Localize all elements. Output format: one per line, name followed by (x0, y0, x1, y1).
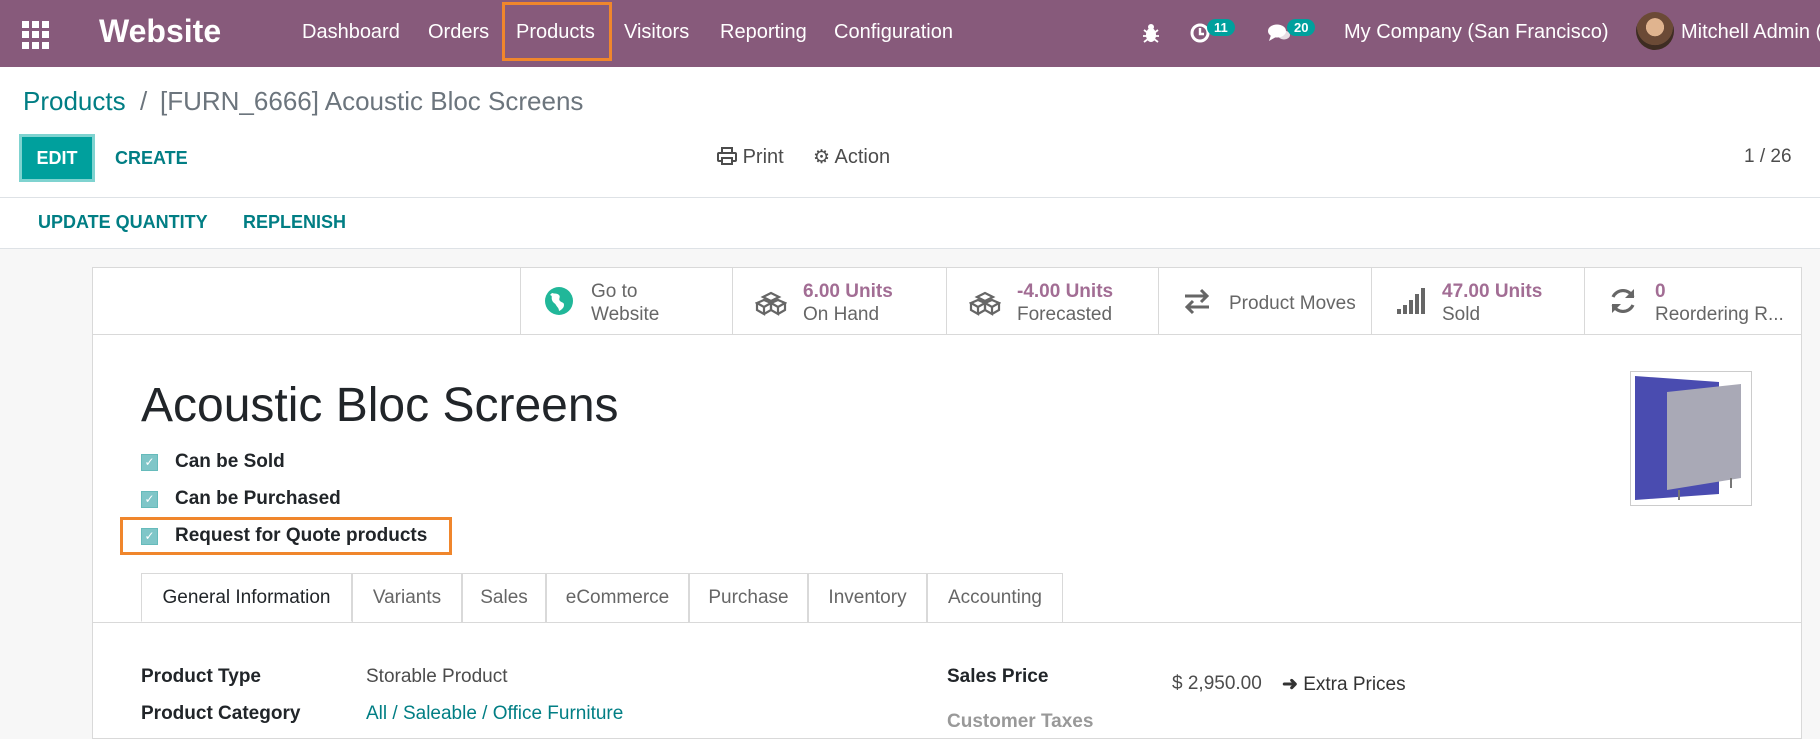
extra-prices-button[interactable]: ➜ Extra Prices (1282, 673, 1406, 696)
tab-variants[interactable]: Variants (352, 573, 462, 622)
smart-buttons-bar: Go to Website 6.00 Units On Hand -4.00 U… (92, 267, 1802, 335)
cubes-icon (755, 291, 787, 316)
create-button[interactable]: CREATE (115, 148, 188, 169)
product-image[interactable] (1630, 371, 1752, 506)
product-image-graphic (1635, 376, 1741, 500)
update-quantity-button[interactable]: UPDATE QUANTITY (38, 212, 208, 233)
website-line2: Website (591, 304, 660, 325)
cubes-icon (969, 291, 1001, 316)
menu-orders[interactable]: Orders (428, 21, 489, 44)
rfq-highlight (120, 517, 452, 555)
print-menu[interactable]: Print (717, 146, 784, 169)
website-line1: Go to (591, 281, 638, 302)
reordering-rules-button[interactable]: 0 Reordering R... (1584, 267, 1802, 334)
sold-label: Sold (1442, 304, 1481, 325)
product-type-label: Product Type (141, 666, 261, 687)
on-hand-label: On Hand (803, 304, 880, 325)
messages-count-badge: 20 (1287, 19, 1316, 36)
tab-general-information[interactable]: General Information (141, 573, 352, 622)
debug-bug-icon[interactable] (1140, 22, 1162, 44)
breadcrumb-products-link[interactable]: Products (23, 86, 126, 117)
can-be-purchased-label: Can be Purchased (175, 488, 341, 509)
print-label: Print (742, 146, 784, 168)
extra-prices-label: Extra Prices (1303, 674, 1406, 695)
go-to-website-button[interactable]: Go to Website (520, 267, 732, 334)
customer-taxes-label: Customer Taxes (947, 711, 1094, 732)
top-navbar: Website Dashboard Orders Products Visito… (0, 0, 1820, 67)
tabs-bottom-line (92, 622, 1802, 623)
sales-price-value: $ 2,950.00 (1172, 673, 1262, 694)
tab-sales[interactable]: Sales (462, 573, 546, 622)
sold-value: 47.00 Units (1442, 281, 1543, 302)
can-be-sold-checkbox[interactable]: ✓ (141, 454, 158, 471)
globe-icon (545, 287, 573, 315)
product-type-value: Storable Product (366, 666, 508, 687)
product-category-link[interactable]: All / Saleable / Office Furniture (366, 703, 623, 725)
product-moves-button[interactable]: Product Moves (1158, 267, 1371, 334)
user-menu[interactable]: Mitchell Admin ( (1681, 21, 1820, 44)
breadcrumb-current: [FURN_6666] Acoustic Bloc Screens (160, 86, 584, 116)
edit-button[interactable]: EDIT (19, 134, 95, 182)
breadcrumb-separator: / (140, 86, 148, 116)
on-hand-button[interactable]: 6.00 Units On Hand (732, 267, 946, 334)
menu-configuration[interactable]: Configuration (834, 21, 953, 44)
tab-accounting[interactable]: Accounting (927, 573, 1063, 622)
forecasted-label: Forecasted (1017, 304, 1113, 325)
gear-icon: ⚙ (813, 147, 831, 168)
forecasted-button[interactable]: -4.00 Units Forecasted (946, 267, 1158, 334)
on-hand-value: 6.00 Units (803, 281, 893, 302)
action-menu[interactable]: ⚙ Action (813, 146, 890, 169)
signal-icon (1397, 288, 1425, 314)
forecasted-value: -4.00 Units (1017, 281, 1114, 302)
product-name[interactable]: Acoustic Bloc Screens (141, 378, 619, 433)
products-menu-highlight (502, 2, 612, 61)
menu-reporting[interactable]: Reporting (720, 21, 807, 44)
exchange-icon (1184, 288, 1210, 315)
menu-dashboard[interactable]: Dashboard (302, 21, 400, 44)
apps-menu-icon[interactable] (22, 21, 50, 49)
tab-inventory[interactable]: Inventory (808, 573, 927, 622)
menu-visitors[interactable]: Visitors (624, 21, 689, 44)
arrow-right-icon: ➜ (1282, 674, 1298, 695)
activity-count-badge: 11 (1207, 19, 1235, 36)
pager-value[interactable]: 1 / 26 (1744, 146, 1792, 168)
company-switcher[interactable]: My Company (San Francisco) (1344, 21, 1609, 44)
replenish-button[interactable]: REPLENISH (243, 212, 346, 233)
product-category-label: Product Category (141, 703, 301, 724)
can-be-sold-label: Can be Sold (175, 451, 285, 472)
tab-purchase[interactable]: Purchase (689, 573, 808, 622)
sold-button[interactable]: 47.00 Units Sold (1371, 267, 1584, 334)
divider (0, 197, 1820, 198)
reordering-label: Reordering R... (1655, 304, 1784, 325)
user-avatar[interactable] (1636, 12, 1674, 50)
app-brand[interactable]: Website (99, 13, 221, 50)
can-be-purchased-checkbox[interactable]: ✓ (141, 491, 158, 508)
sales-price-label: Sales Price (947, 666, 1049, 687)
refresh-icon (1611, 288, 1635, 314)
product-moves-label: Product Moves (1229, 293, 1356, 314)
reordering-value: 0 (1655, 281, 1666, 302)
print-icon (717, 147, 737, 165)
action-label: Action (834, 146, 891, 168)
tab-ecommerce[interactable]: eCommerce (546, 573, 689, 622)
